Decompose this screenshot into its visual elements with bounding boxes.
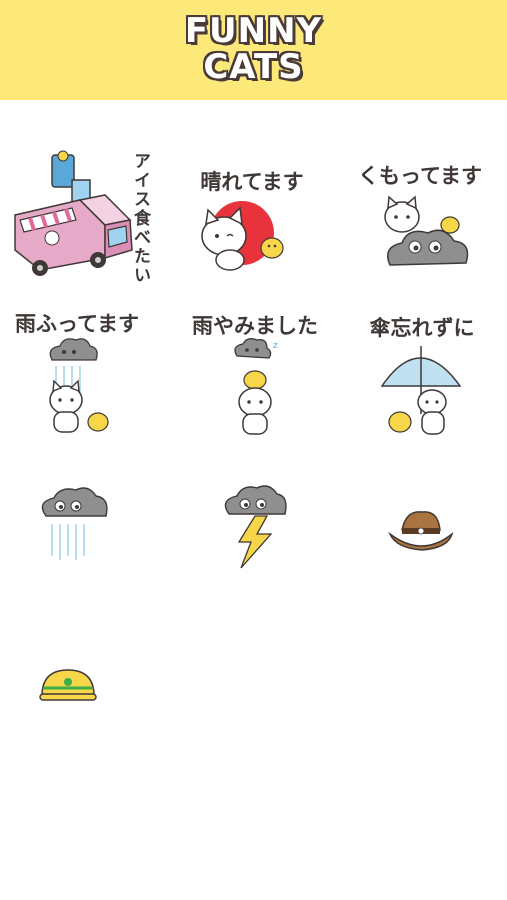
sticker-sunny[interactable]: 晴れてます bbox=[172, 160, 332, 310]
rainy-cat-icon bbox=[49, 338, 109, 433]
app-header: FUNNY CATS bbox=[0, 0, 507, 100]
cowboy-hat-icon bbox=[388, 511, 454, 551]
rain-stopped-cat-icon: z bbox=[234, 338, 278, 435]
sticker-raining[interactable]: 雨ふってます bbox=[0, 308, 160, 458]
sunny-cat-icon bbox=[201, 201, 284, 271]
sticker-caption: 傘忘れずに bbox=[369, 316, 475, 340]
sticker-caption: 雨やみました bbox=[192, 314, 318, 338]
sticker-rain-stopped[interactable]: 雨やみました z bbox=[175, 308, 335, 458]
sticker-cloudy[interactable]: くもってます bbox=[340, 150, 500, 300]
sticker-cowboy-hat[interactable] bbox=[342, 480, 502, 630]
thunder-cloud-icon bbox=[224, 485, 287, 569]
logo-line-1: FUNNY bbox=[184, 11, 323, 51]
svg-text:z: z bbox=[273, 341, 278, 351]
sticker-thunder-cloud[interactable] bbox=[175, 480, 335, 630]
logo-line-2: CATS bbox=[203, 47, 304, 87]
helmet-icon bbox=[39, 669, 97, 701]
sticker-caption: 晴れてます bbox=[200, 170, 304, 194]
sticker-caption: 雨ふってます bbox=[15, 312, 139, 336]
sticker-rain-cloud[interactable] bbox=[0, 480, 160, 630]
app-logo: FUNNY CATS bbox=[0, 14, 507, 84]
sticker-caption: くもってます bbox=[358, 164, 482, 188]
umbrella-cat-icon bbox=[380, 346, 462, 435]
sticker-umbrella[interactable]: 傘忘れずに bbox=[342, 308, 502, 458]
sticker-helmet[interactable] bbox=[0, 640, 160, 790]
cloudy-cat-icon bbox=[384, 195, 469, 266]
sticker-ice-cream-truck[interactable]: アイス食べたい bbox=[10, 150, 170, 285]
rain-cloud-icon bbox=[41, 487, 108, 560]
sticker-caption: アイス食べたい bbox=[130, 152, 150, 285]
